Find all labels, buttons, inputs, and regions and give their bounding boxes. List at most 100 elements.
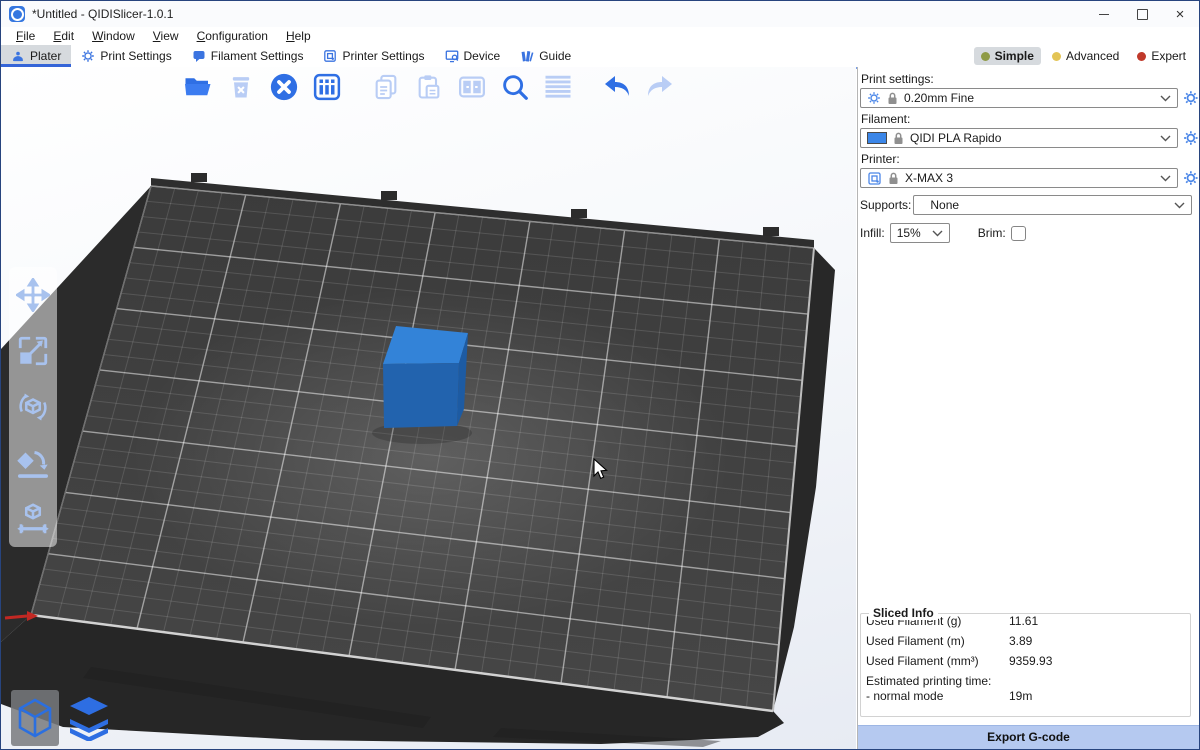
printer-value: X-MAX 3 [905, 171, 953, 185]
undo-icon [602, 72, 632, 102]
arrange-button[interactable] [310, 70, 344, 104]
paste-button[interactable] [412, 70, 446, 104]
print-settings-gear-button[interactable] [1183, 90, 1199, 106]
filament-gear-button[interactable] [1183, 130, 1199, 146]
split-view-icon [457, 72, 487, 102]
printer-label: Printer: [861, 152, 1199, 166]
menu-configuration[interactable]: Configuration [188, 28, 277, 44]
tab-guide[interactable]: Guide [510, 45, 581, 67]
plater-toolbar [1, 70, 856, 104]
copy-button[interactable] [369, 70, 403, 104]
undo-button[interactable] [600, 70, 634, 104]
tab-filament-settings[interactable]: Filament Settings [182, 45, 314, 67]
sliced-info-title: Sliced Info [869, 606, 938, 620]
printer-gear-button[interactable] [1183, 170, 1199, 186]
build-plate-scene [1, 67, 856, 750]
preview-view-button[interactable] [65, 690, 113, 746]
tab-bar: Plater Print Settings Filament Settings … [1, 45, 1199, 69]
close-button[interactable]: × [1161, 1, 1199, 27]
menu-view[interactable]: View [144, 28, 188, 44]
window-title: *Untitled - QIDISlicer-1.0.1 [32, 7, 173, 21]
tab-printer-settings[interactable]: Printer Settings [313, 45, 434, 67]
brim-checkbox[interactable] [1011, 226, 1026, 241]
minimize-button[interactable] [1085, 1, 1123, 27]
chevron-down-icon [1160, 135, 1171, 142]
delete-icon [227, 73, 255, 101]
expert-mode-dot-icon [1137, 52, 1146, 61]
tab-device-label: Device [464, 49, 501, 63]
menu-edit[interactable]: Edit [44, 28, 83, 44]
sliced-info-row: Used Filament (m) 3.89 [866, 634, 1190, 648]
redo-icon [645, 72, 675, 102]
move-tool-button[interactable] [13, 275, 53, 315]
printer-icon [867, 171, 882, 186]
open-folder-icon [183, 72, 213, 102]
tab-filament-settings-label: Filament Settings [211, 49, 304, 63]
supports-label: Supports: [860, 198, 911, 212]
menu-window[interactable]: Window [83, 28, 144, 44]
mode-advanced-label: Advanced [1066, 49, 1119, 63]
delete-all-button[interactable] [267, 70, 301, 104]
close-icon: × [1176, 7, 1185, 22]
search-button[interactable] [498, 70, 532, 104]
open-button[interactable] [181, 70, 215, 104]
maximize-icon [1137, 9, 1148, 20]
tab-plater[interactable]: Plater [1, 45, 71, 67]
menu-file[interactable]: File [7, 28, 44, 44]
filament-select[interactable]: QIDI PLA Rapido [860, 128, 1178, 148]
gear-icon [81, 49, 95, 63]
mode-simple[interactable]: Simple [974, 47, 1041, 65]
sliced-info-row: Used Filament (mm³) 9359.93 [866, 654, 1190, 668]
arrange-icon [312, 72, 342, 102]
filament-color-swatch [867, 132, 887, 144]
print-settings-select[interactable]: 0.20mm Fine [860, 88, 1178, 108]
search-icon [500, 72, 530, 102]
lock-icon [893, 132, 904, 145]
layer-height-icon [543, 72, 573, 102]
menu-help[interactable]: Help [277, 28, 320, 44]
lock-icon [888, 172, 899, 185]
scale-tool-button[interactable] [13, 331, 53, 371]
redo-button[interactable] [643, 70, 677, 104]
mode-simple-label: Simple [995, 49, 1034, 63]
print-settings-label: Print settings: [861, 72, 1199, 86]
filament-label: Filament: [861, 112, 1199, 126]
tab-guide-label: Guide [539, 49, 571, 63]
export-gcode-button[interactable]: Export G-code [858, 725, 1199, 749]
supports-select[interactable]: None [913, 195, 1192, 215]
tab-printer-settings-label: Printer Settings [342, 49, 424, 63]
3d-viewport[interactable] [1, 67, 856, 750]
printer-select[interactable]: X-MAX 3 [860, 168, 1178, 188]
tab-print-settings[interactable]: Print Settings [71, 45, 181, 67]
gear-icon [867, 91, 881, 105]
editor-view-button[interactable] [11, 690, 59, 746]
brim-label: Brim: [978, 226, 1006, 240]
place-on-face-tool-button[interactable] [13, 443, 53, 483]
tab-device[interactable]: Device [435, 45, 511, 67]
delete-button[interactable] [224, 70, 258, 104]
chevron-down-icon [1160, 175, 1171, 182]
variable-layer-height-button[interactable] [541, 70, 575, 104]
title-bar: *Untitled - QIDISlicer-1.0.1 × [1, 1, 1199, 28]
rotate-tool-button[interactable] [13, 387, 53, 427]
maximize-button[interactable] [1123, 1, 1161, 27]
mode-advanced[interactable]: Advanced [1045, 47, 1126, 65]
sliced-info-panel: Sliced Info Used Filament (g) 11.61 Used… [860, 613, 1191, 717]
mode-expert[interactable]: Expert [1130, 47, 1193, 65]
print-settings-value: 0.20mm Fine [904, 91, 974, 105]
menu-bar: File Edit Window View Configuration Help [1, 27, 1199, 45]
advanced-mode-dot-icon [1052, 52, 1061, 61]
paste-icon [415, 73, 443, 101]
rotate-icon [15, 389, 51, 425]
printer-icon [323, 49, 337, 63]
infill-select[interactable]: 15% [890, 223, 950, 243]
split-view-button[interactable] [455, 70, 489, 104]
delete-all-icon [269, 72, 299, 102]
place-on-face-icon [15, 445, 51, 481]
qidislicer-window: *Untitled - QIDISlicer-1.0.1 × File Edit… [0, 0, 1200, 750]
layers-view-icon [68, 695, 110, 741]
mode-switch: Simple Advanced Expert [974, 45, 1199, 67]
measure-tool-button[interactable] [13, 499, 53, 539]
device-monitor-icon [445, 49, 459, 63]
move-icon [16, 278, 50, 312]
